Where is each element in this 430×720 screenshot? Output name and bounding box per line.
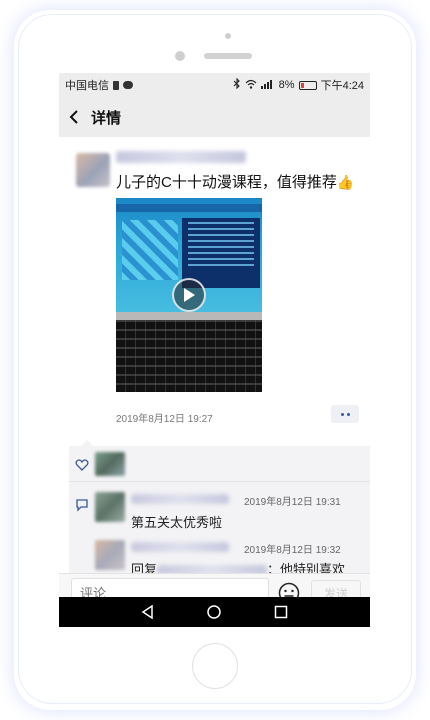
square-recents-icon xyxy=(274,605,288,619)
home-button[interactable] xyxy=(192,643,238,689)
chevron-left-icon xyxy=(69,110,78,124)
more-dots-icon[interactable] xyxy=(331,405,359,423)
carrier-name: 中国电信 xyxy=(65,80,109,92)
status-bar: 中国电信 8% 下午4:24 xyxy=(59,73,370,97)
video-thumbnail[interactable] xyxy=(116,198,262,392)
commenter-avatar[interactable] xyxy=(95,540,125,570)
nav-back-button[interactable] xyxy=(140,604,156,620)
sim-icon xyxy=(113,80,119,90)
wifi-icon xyxy=(245,79,257,92)
page-title: 详情 xyxy=(91,109,122,127)
author-name-blurred[interactable] xyxy=(116,151,246,163)
likes-row xyxy=(69,446,370,482)
back-button[interactable] xyxy=(59,97,89,137)
battery-icon xyxy=(298,80,317,90)
post-text: 儿子的C十十动漫课程，值得推荐👍 xyxy=(116,171,354,192)
post-timestamp: 2019年8月12日 19:27 xyxy=(116,414,213,425)
post-caption: 儿子的C十十动漫课程，值得推荐 xyxy=(116,174,337,191)
circle-home-icon xyxy=(207,605,222,619)
triangle-back-icon xyxy=(141,605,153,619)
comment-time: 2019年8月12日 19:32 xyxy=(244,545,341,556)
play-button[interactable] xyxy=(172,278,206,312)
sensor xyxy=(175,51,185,61)
bluetooth-icon xyxy=(233,77,241,92)
author-avatar[interactable] xyxy=(76,153,110,187)
status-time: 下午4:24 xyxy=(320,80,364,92)
video-frame-keyboard xyxy=(116,320,262,392)
comment-icon xyxy=(76,499,88,512)
heart-icon xyxy=(75,459,89,471)
commenter-name-blurred[interactable] xyxy=(131,542,229,552)
comment-text: 第五关太优秀啦 xyxy=(131,515,223,530)
title-bar: 详情 xyxy=(59,97,370,137)
battery-percent: 8% xyxy=(278,79,295,91)
nav-recents-button[interactable] xyxy=(273,604,289,620)
play-icon xyxy=(184,288,195,302)
thumbs-up-icon: 👍 xyxy=(336,174,355,190)
comment-time: 2019年8月12日 19:31 xyxy=(244,497,341,508)
liker-avatar[interactable] xyxy=(95,452,125,476)
screen: 中国电信 8% 下午4:24 详情 儿子的C十十动漫课程，值得推荐👍 2019年… xyxy=(59,73,370,627)
android-nav-bar xyxy=(59,597,370,627)
commenter-name-blurred[interactable] xyxy=(131,494,229,504)
video-frame-bar xyxy=(116,204,262,212)
commenter-avatar[interactable] xyxy=(95,492,125,522)
message-icon xyxy=(123,81,133,89)
video-frame-code xyxy=(182,218,260,288)
signal-icon xyxy=(260,79,275,92)
video-frame-game xyxy=(122,220,178,280)
front-camera xyxy=(225,33,231,39)
earpiece-speaker xyxy=(204,53,252,59)
nav-home-button[interactable] xyxy=(206,604,222,620)
